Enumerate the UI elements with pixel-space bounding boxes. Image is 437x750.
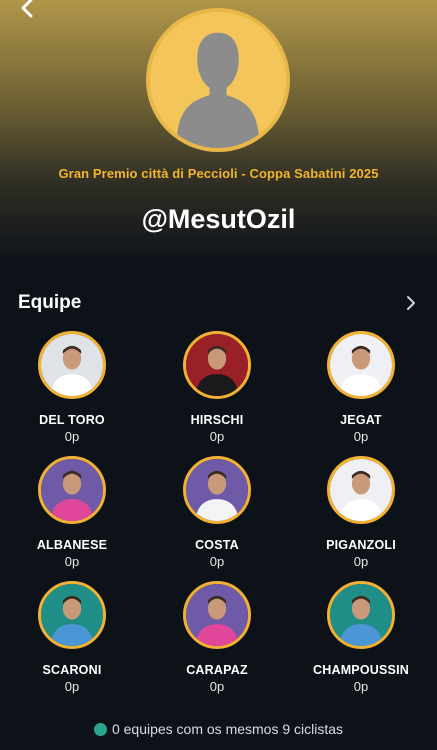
chevron-left-icon	[21, 0, 33, 18]
rider-card[interactable]: PIGANZOLI 0p	[301, 456, 421, 569]
matching-teams-text: 0 equipes com os mesmos 9 ciclistas	[111, 721, 344, 737]
rider-points: 0p	[64, 679, 80, 694]
chevron-right-icon[interactable]	[403, 294, 419, 312]
rider-name: PIGANZOLI	[326, 538, 396, 552]
rider-name: SCARONI	[42, 663, 102, 677]
rider-name: HIRSCHI	[190, 413, 244, 427]
rider-name: CARAPAZ	[186, 663, 248, 677]
rider-avatar	[183, 581, 251, 649]
rider-card[interactable]: ALBANESE 0p	[12, 456, 132, 569]
status-dot	[93, 723, 107, 736]
matching-teams-status: 0 equipes com os mesmos 9 ciclistas	[0, 721, 437, 737]
rider-photo-icon	[330, 584, 392, 646]
rider-avatar	[38, 456, 106, 524]
rider-photo-icon	[330, 459, 392, 521]
rider-card[interactable]: SCARONI 0p	[12, 581, 132, 694]
rider-card[interactable]: CARAPAZ 0p	[157, 581, 277, 694]
rider-card[interactable]: HIRSCHI 0p	[157, 331, 277, 444]
rider-photo-icon	[186, 334, 248, 396]
rider-card[interactable]: JEGAT 0p	[301, 331, 421, 444]
rider-name: COSTA	[195, 538, 239, 552]
rider-avatar	[327, 456, 395, 524]
rider-points: 0p	[209, 429, 225, 444]
rider-photo-icon	[330, 334, 392, 396]
rider-name: ALBANESE	[36, 538, 108, 552]
event-title: Gran Premio città di Peccioli - Coppa Sa…	[58, 166, 379, 181]
rider-photo-icon	[41, 459, 103, 521]
profile-header: Gran Premio città di Peccioli - Coppa Sa…	[0, 0, 437, 265]
rider-avatar	[327, 331, 395, 399]
rider-photo-icon	[186, 459, 248, 521]
rider-photo-icon	[41, 334, 103, 396]
rider-name: DEL TORO	[39, 413, 105, 427]
rider-points: 0p	[353, 429, 369, 444]
rider-photo-icon	[41, 584, 103, 646]
rider-card[interactable]: COSTA 0p	[157, 456, 277, 569]
rider-points: 0p	[353, 554, 369, 569]
username: @MesutOzil	[141, 204, 296, 234]
rider-name: CHAMPOUSSIN	[313, 663, 409, 677]
rider-card[interactable]: DEL TORO 0p	[12, 331, 132, 444]
rider-points: 0p	[209, 554, 225, 569]
rider-name: JEGAT	[340, 413, 382, 427]
rider-card[interactable]: CHAMPOUSSIN 0p	[301, 581, 421, 694]
rider-points: 0p	[64, 554, 80, 569]
rider-points: 0p	[209, 679, 225, 694]
user-avatar	[146, 8, 290, 152]
section-title: Equipe	[18, 292, 82, 313]
team-section-header[interactable]: Equipe	[18, 292, 419, 316]
rider-avatar	[38, 331, 106, 399]
rider-avatar	[183, 331, 251, 399]
rider-avatar	[183, 456, 251, 524]
rider-avatar	[327, 581, 395, 649]
profile-screen: Gran Premio città di Peccioli - Coppa Sa…	[0, 0, 437, 750]
back-button[interactable]	[12, 0, 42, 26]
rider-avatar	[38, 581, 106, 649]
rider-points: 0p	[64, 429, 80, 444]
rider-photo-icon	[186, 584, 248, 646]
rider-points: 0p	[353, 679, 369, 694]
user-silhouette-icon	[150, 12, 286, 148]
